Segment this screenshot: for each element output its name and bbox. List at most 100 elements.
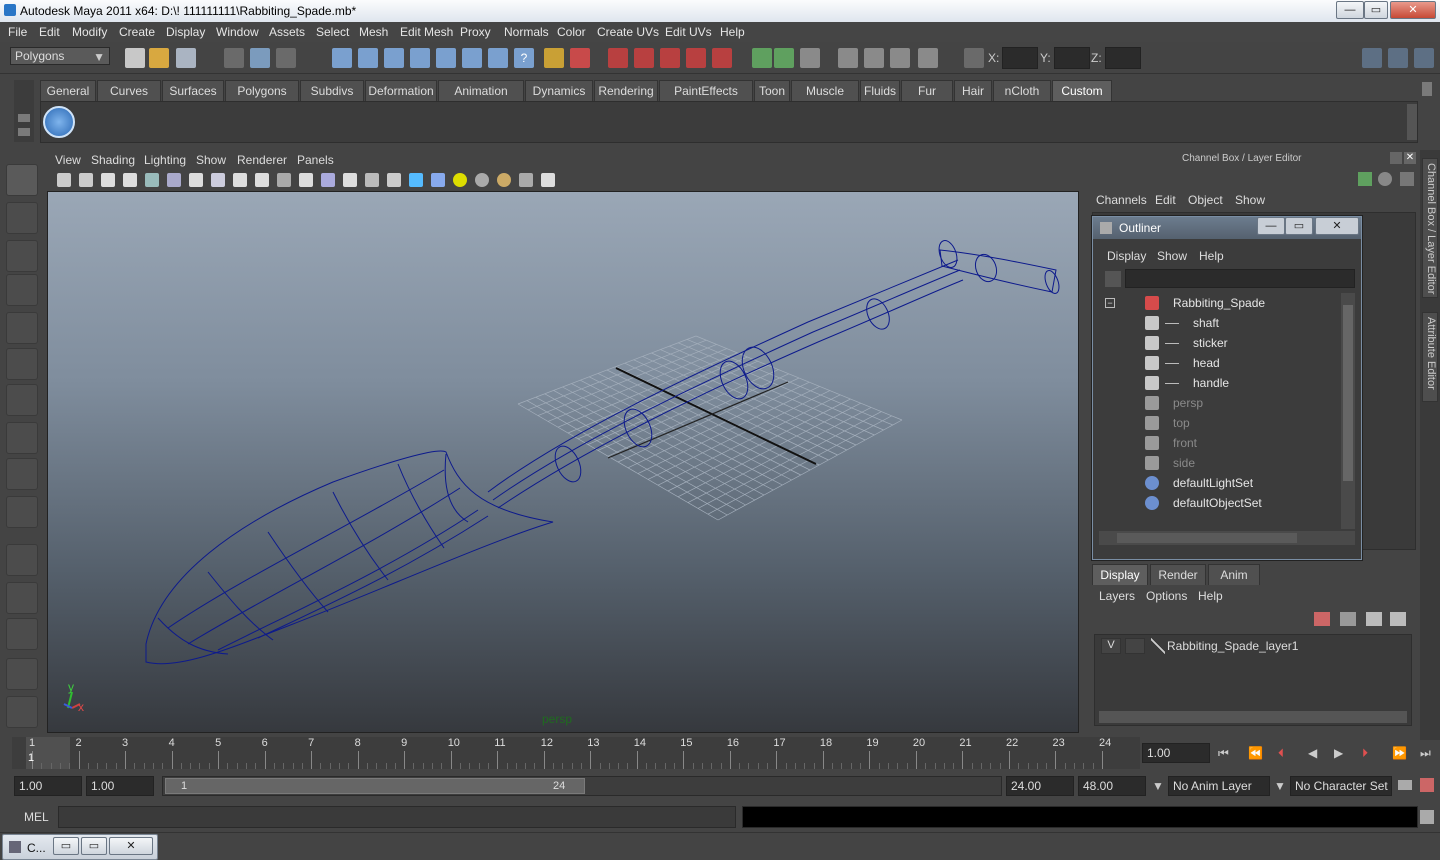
camera-attributes-icon[interactable] <box>57 173 71 187</box>
menu-help[interactable]: Help <box>720 25 745 39</box>
new-layer-icon[interactable] <box>1366 612 1382 626</box>
ipr-render-icon[interactable] <box>890 48 910 68</box>
xray-joints-icon[interactable] <box>365 173 379 187</box>
layer-menu-layers[interactable]: Layers <box>1099 589 1135 603</box>
layer-editor-icon[interactable] <box>1378 172 1392 186</box>
menu-modify[interactable]: Modify <box>72 25 107 39</box>
render-settings-icon[interactable] <box>918 48 938 68</box>
outliner-menu-display[interactable]: Display <box>1107 249 1146 263</box>
smooth-wire-icon[interactable] <box>233 173 247 187</box>
menu-edit[interactable]: Edit <box>39 25 60 39</box>
outliner-item[interactable]: handle <box>1099 373 1339 393</box>
scale-tool-icon[interactable] <box>6 348 38 380</box>
outliner-item[interactable]: − Rabbiting_Spade <box>1099 293 1339 313</box>
menu-file[interactable]: File <box>8 25 27 39</box>
tab-custom[interactable]: Custom <box>1052 80 1112 101</box>
outliner-item[interactable]: shaft <box>1099 313 1339 333</box>
menu-proxy[interactable]: Proxy <box>460 25 491 39</box>
hypershade-layout-icon[interactable] <box>6 696 38 728</box>
lock-selection-icon[interactable] <box>544 48 564 68</box>
tab-toon[interactable]: Toon <box>754 80 790 101</box>
auto-key-icon[interactable] <box>1398 780 1412 790</box>
close-button[interactable]: ✕ <box>1390 1 1436 19</box>
menu-mesh[interactable]: Mesh <box>359 25 388 39</box>
outliner-vscroll-thumb[interactable] <box>1343 305 1353 481</box>
tab-animation[interactable]: Animation <box>438 80 524 101</box>
layer-color-icon[interactable] <box>1151 638 1165 654</box>
anim-layer-dropdown-arrow[interactable]: ▼ <box>1152 779 1164 793</box>
toggle-tool-settings-icon[interactable] <box>1388 48 1408 68</box>
mask-dynamics-icon[interactable] <box>462 48 482 68</box>
tab-anim-layers[interactable]: Anim <box>1208 564 1260 585</box>
outliner-hscroll-thumb[interactable] <box>1117 533 1297 543</box>
select-hierarchy-icon[interactable] <box>224 48 244 68</box>
time-slider[interactable]: 1 2 3 4 5 6 7 8 9 10 11 12 13 14 15 16 17 18 19 20 21 22 23 24 … <box>12 737 1140 769</box>
all-lights-icon[interactable] <box>409 173 423 187</box>
step-back-frame-icon[interactable]: ⏪ <box>1248 746 1263 760</box>
menu-set-dropdown[interactable]: Polygons ▼ <box>10 47 110 65</box>
input-ops-icon[interactable] <box>752 48 772 68</box>
menu-select[interactable]: Select <box>316 25 349 39</box>
trash-icon[interactable] <box>1422 82 1432 96</box>
vp-menu-panels[interactable]: Panels <box>297 153 334 167</box>
render-view-icon[interactable] <box>838 48 858 68</box>
coord-y-field[interactable] <box>1054 47 1090 69</box>
layer-menu-help[interactable]: Help <box>1198 589 1223 603</box>
outliner-hscroll[interactable] <box>1099 531 1355 545</box>
new-scene-icon[interactable] <box>125 48 145 68</box>
toggle-channel-box-icon[interactable] <box>1414 48 1434 68</box>
last-tool-icon[interactable] <box>6 496 38 528</box>
menu-edit-uvs[interactable]: Edit UVs <box>665 25 712 39</box>
tab-surfaces[interactable]: Surfaces <box>162 80 224 101</box>
play-backwards-icon[interactable]: ◀ <box>1308 746 1317 760</box>
mel-label[interactable]: MEL <box>24 810 49 824</box>
playback-end-field[interactable]: 24.00 <box>1006 776 1074 796</box>
outliner-item[interactable]: side <box>1099 453 1339 473</box>
render-current-icon[interactable] <box>864 48 884 68</box>
tab-hair[interactable]: Hair <box>954 80 992 101</box>
minimized-restore-button[interactable]: ▭ <box>53 837 79 855</box>
outliner-maximize-button[interactable]: ▭ <box>1285 217 1313 235</box>
gate-mask-icon[interactable] <box>541 173 555 187</box>
layer-display-type-toggle[interactable] <box>1125 638 1145 654</box>
outliner-menu-help[interactable]: Help <box>1199 249 1224 263</box>
construction-history-icon[interactable] <box>800 48 820 68</box>
mask-rendering-icon[interactable] <box>488 48 508 68</box>
menu-color[interactable]: Color <box>557 25 586 39</box>
tab-curves[interactable]: Curves <box>97 80 161 101</box>
tab-deformation[interactable]: Deformation <box>365 80 437 101</box>
side-tab-channel-box[interactable]: Channel Box / Layer Editor <box>1422 158 1438 298</box>
outliner-titlebar[interactable]: Outliner — ▭ ✕ <box>1093 217 1361 239</box>
new-layer-from-selected-icon[interactable] <box>1390 612 1406 626</box>
lasso-tool-icon[interactable] <box>6 202 38 234</box>
field-chart-icon[interactable] <box>497 173 511 187</box>
close-panel-icon[interactable]: ✕ <box>1404 152 1416 164</box>
current-time-field[interactable]: 1.00 <box>1142 743 1210 763</box>
tab-ncloth[interactable]: nCloth <box>993 80 1051 101</box>
mask-joints-icon[interactable] <box>358 48 378 68</box>
character-set-field[interactable]: No Character Set <box>1290 776 1392 796</box>
collapse-toggle-icon[interactable]: − <box>1105 298 1115 308</box>
menu-window[interactable]: Window <box>216 25 259 39</box>
cb-menu-edit[interactable]: Edit <box>1155 193 1176 207</box>
resolution-gate-icon[interactable] <box>475 173 489 187</box>
tab-general[interactable]: General <box>40 80 96 101</box>
outliner-item[interactable]: top <box>1099 413 1339 433</box>
move-layer-up-icon[interactable] <box>1314 612 1330 626</box>
four-view-layout-icon[interactable] <box>6 582 38 614</box>
snap-view-plane-icon[interactable] <box>686 48 706 68</box>
save-scene-icon[interactable] <box>176 48 196 68</box>
shadows-icon[interactable] <box>299 173 313 187</box>
minimize-button[interactable]: — <box>1336 1 1364 19</box>
minimized-window[interactable]: C... ▭ ▭ ✕ <box>2 834 158 860</box>
vp-menu-show[interactable]: Show <box>196 153 226 167</box>
shelf-tab-options-icon[interactable] <box>18 114 30 122</box>
image-plane-icon[interactable] <box>101 173 115 187</box>
move-layer-down-icon[interactable] <box>1340 612 1356 626</box>
layer-visibility-toggle[interactable]: V <box>1101 638 1121 654</box>
select-object-icon[interactable] <box>250 48 270 68</box>
vp-menu-renderer[interactable]: Renderer <box>237 153 287 167</box>
menu-edit-mesh[interactable]: Edit Mesh <box>400 25 453 39</box>
xray-icon[interactable] <box>343 173 357 187</box>
film-gate-icon[interactable] <box>167 173 181 187</box>
